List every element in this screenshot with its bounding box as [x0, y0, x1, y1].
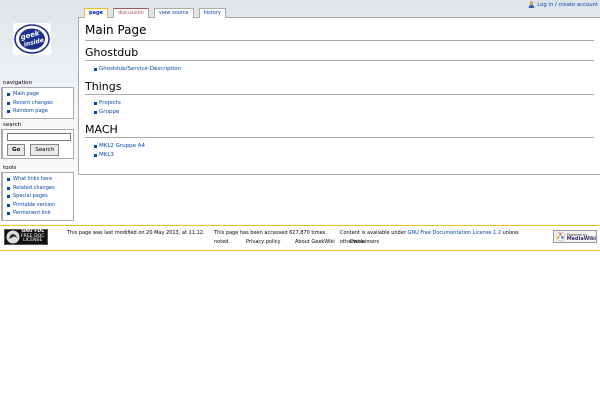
content-area: Main Page Ghostdub Ghostdub/Service-Desc…: [78, 17, 600, 175]
tab-view-source[interactable]: view source: [153, 8, 194, 18]
content-link[interactable]: Projects: [99, 100, 121, 106]
content-link[interactable]: MKL3: [99, 152, 114, 158]
sidebar-item-special-pages: Special pages: [7, 192, 71, 201]
gfdl-line-3: LICENSE: [23, 238, 43, 244]
sidebar-link[interactable]: Special pages: [13, 193, 48, 199]
sidebar-link[interactable]: Random page: [13, 108, 48, 114]
tools-portlet: tools What links here Related changes Sp…: [1, 165, 74, 221]
navigation-body: Main page Recent changes Random page: [1, 87, 74, 119]
site-logo[interactable]: geek inside: [12, 22, 52, 56]
search-portlet: search Go Search: [1, 122, 74, 159]
content-link[interactable]: Gruppe: [99, 109, 119, 115]
geek-inside-logo: geek inside: [13, 23, 51, 55]
page-tabs: page discussion view source history: [84, 8, 226, 18]
search-heading: search: [3, 122, 22, 128]
disclaimers-link[interactable]: Disclaimers: [350, 238, 379, 247]
list-item: Gruppe: [94, 108, 594, 117]
search-body: Go Search: [1, 129, 74, 159]
mediawiki-line-2: MediaWiki: [566, 235, 596, 242]
search-input[interactable]: [7, 133, 71, 141]
sidebar-link[interactable]: Permanent link: [13, 210, 51, 216]
gfdl-text: GNU FDL FREE DOC LICENSE: [21, 229, 44, 244]
sidebar-link[interactable]: Main page: [13, 91, 39, 97]
gnu-icon: [6, 230, 20, 244]
navigation-heading: navigation: [3, 80, 33, 86]
section-list-things: Projects Gruppe: [94, 99, 594, 117]
sidebar-item-main-page: Main page: [7, 90, 71, 99]
search-button[interactable]: Search: [30, 144, 60, 156]
tab-page[interactable]: page: [84, 8, 108, 18]
page-title: Main Page: [85, 23, 594, 41]
footer: GNU FDL FREE DOC LICENSE This page was l…: [0, 225, 600, 251]
user-icon: [528, 1, 535, 8]
gfdl-license-link[interactable]: GNU Free Documentation License 1.2: [407, 230, 501, 236]
sidebar-link[interactable]: Related changes: [13, 185, 55, 191]
mediawiki-badge[interactable]: Powered by MediaWiki: [553, 230, 597, 243]
privacy-policy-link[interactable]: Privacy policy: [246, 238, 280, 247]
sidebar-link[interactable]: Printable version: [13, 202, 55, 208]
tools-body: What links here Related changes Special …: [1, 172, 74, 221]
content-link[interactable]: MKL2 Gruppe A4: [99, 143, 145, 149]
sidebar-item-random-page: Random page: [7, 107, 71, 116]
view-count-text: This page has been accessed 627,870 time…: [214, 230, 327, 236]
sidebar-link[interactable]: Recent changes: [13, 100, 53, 106]
tools-heading: tools: [3, 165, 17, 171]
content-link[interactable]: Ghostdub/Service-Description: [99, 66, 181, 72]
sidebar-link[interactable]: What links here: [13, 176, 52, 182]
go-button[interactable]: Go: [7, 144, 26, 156]
about-link[interactable]: About GeekWiki: [295, 238, 335, 247]
sidebar-item-related-changes: Related changes: [7, 184, 71, 193]
personal-bar: Log in / create account: [528, 0, 598, 9]
tab-history[interactable]: history: [198, 8, 226, 18]
sidebar-item-what-links-here: What links here: [7, 175, 71, 184]
login-link[interactable]: Log in / create account: [537, 2, 598, 8]
last-modified-text: This page was last modified on 20 May 20…: [67, 230, 205, 236]
mediawiki-text: Powered by MediaWiki: [566, 233, 596, 242]
section-list-mach: MKL2 Gruppe A4 MKL3: [94, 142, 594, 160]
navigation-portlet: navigation Main page Recent changes Rand…: [1, 80, 74, 119]
list-item: MKL3: [94, 151, 594, 160]
section-heading-things: Things: [85, 80, 594, 95]
copyright-noted: noted.: [214, 239, 231, 245]
section-heading-mach: MACH: [85, 123, 594, 138]
list-item: Projects: [94, 99, 594, 108]
section-list-ghostdub: Ghostdub/Service-Description: [94, 65, 594, 74]
sidebar-item-recent-changes: Recent changes: [7, 99, 71, 108]
sidebar-item-printable-version: Printable version: [7, 201, 71, 210]
section-heading-ghostdub: Ghostdub: [85, 46, 594, 61]
copyright-prefix: Content is available under: [340, 230, 406, 236]
list-item: Ghostdub/Service-Description: [94, 65, 594, 74]
sidebar-item-permanent-link: Permanent link: [7, 209, 71, 218]
list-item: MKL2 Gruppe A4: [94, 142, 594, 151]
tab-discussion[interactable]: discussion: [112, 8, 149, 18]
gfdl-badge[interactable]: GNU FDL FREE DOC LICENSE: [4, 229, 48, 245]
mediawiki-flower-icon: [555, 231, 566, 242]
